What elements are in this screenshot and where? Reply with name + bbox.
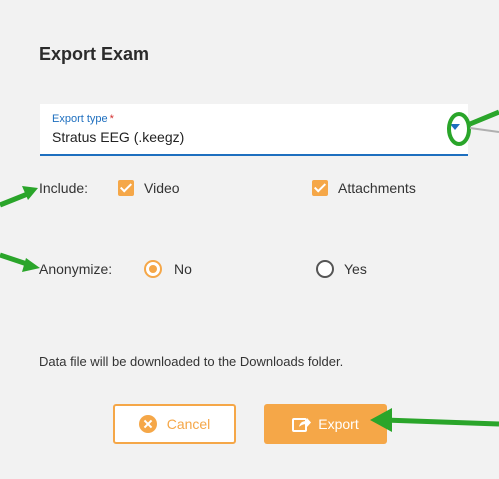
export-button-label: Export	[318, 416, 359, 432]
anonymize-yes-radio[interactable]	[316, 260, 334, 278]
export-button[interactable]: Export	[264, 404, 387, 444]
dialog-title: Export Exam	[39, 44, 150, 64]
video-option-label[interactable]: Video	[144, 180, 180, 196]
export-type-value: Stratus EEG (.keegz)	[52, 129, 185, 145]
attachments-checkbox[interactable]	[312, 180, 328, 196]
x-circle-icon	[138, 415, 157, 433]
anonymize-no-radio[interactable]	[144, 260, 162, 278]
export-type-label-text: Export type	[52, 113, 108, 125]
download-info-text: Data file will be downloaded to the Down…	[39, 354, 344, 369]
required-marker: *	[109, 113, 114, 125]
share-export-icon	[292, 415, 312, 433]
cancel-button[interactable]: Cancel	[113, 404, 236, 444]
export-type-select[interactable]: Export type * Stratus EEG (.keegz)	[40, 104, 468, 156]
anonymize-no-label[interactable]: No	[174, 261, 192, 277]
anonymize-yes-label[interactable]: Yes	[344, 261, 367, 277]
export-type-label: Export type *	[52, 113, 114, 125]
anonymize-label: Anonymize:	[39, 261, 113, 277]
chevron-down-icon[interactable]	[450, 124, 460, 130]
cancel-button-label: Cancel	[166, 416, 211, 432]
export-exam-dialog: Export Exam Export type * Stratus EEG (.k…	[0, 0, 499, 479]
attachments-option-label[interactable]: Attachments	[338, 180, 416, 196]
include-label: Include:	[39, 180, 89, 196]
video-checkbox[interactable]	[118, 180, 134, 196]
